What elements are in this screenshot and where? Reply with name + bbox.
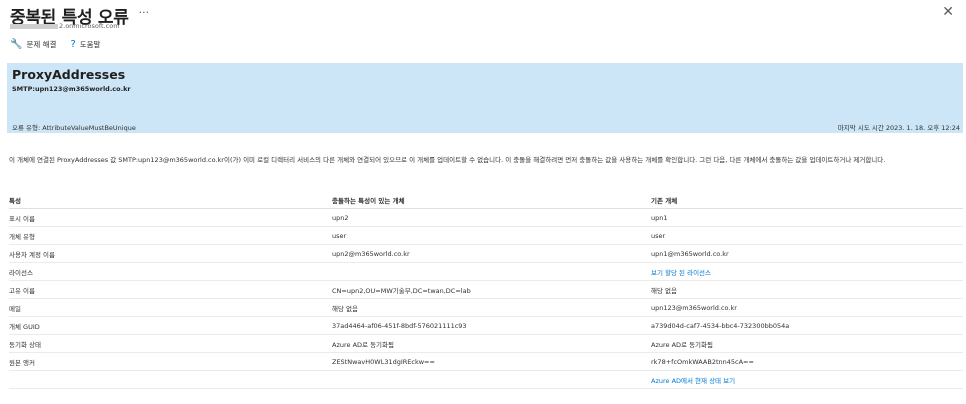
- tenant-domain: 2.onmicrosoft.com: [59, 22, 120, 30]
- cell-attribute: 라이선스: [9, 262, 332, 281]
- table-header-row: 특성 충돌하는 특성이 있는 개체 기존 개체: [9, 191, 963, 209]
- more-options-icon[interactable]: ···: [139, 6, 150, 19]
- cell-attribute: 고유 이름: [9, 280, 332, 299]
- cell-existing-object: Azure AD로 동기화됨: [651, 334, 963, 353]
- table-row: 개체 GUID 37ad4464-af06-451f-8bdf-576021111…: [9, 316, 963, 335]
- cell-existing-object: a739d04d-caf7-4534-bbc4-732300bb054a: [651, 316, 963, 335]
- cell-attribute: 동기화 상태: [9, 334, 332, 353]
- cell-existing-object: upn1: [651, 208, 963, 227]
- cell-conflicting-object: 37ad4464-af06-451f-8bdf-576021111c93: [332, 316, 651, 335]
- table-row: 고유 이름 CN=upn2,OU=MW기술부,DC=twan,DC=lab 해당 없…: [9, 280, 963, 299]
- cell-attribute: 메일: [9, 298, 332, 317]
- table-row: 동기화 상태 Azure AD로 동기화됨 Azure AD로 동기화됨: [9, 334, 963, 353]
- error-banner: ProxyAddresses SMTP:upn123@m365world.co.…: [7, 63, 963, 133]
- cell-attribute: [9, 370, 332, 389]
- cell-attribute: 표시 이름: [9, 208, 332, 227]
- cell-attribute: 사용자 계정 이름: [9, 244, 332, 263]
- cell-conflicting-object: Azure AD로 동기화됨: [332, 334, 651, 353]
- attribute-name: ProxyAddresses: [12, 67, 126, 82]
- cell-existing-object: 보기 할당 된 라이선스: [651, 262, 963, 281]
- conflict-table: 특성 충돌하는 특성이 있는 개체 기존 개체 표시 이름 upn2 upn1 개체 …: [9, 191, 963, 389]
- cell-existing-object: upn123@m365world.co.kr: [651, 298, 963, 317]
- error-type: 오류 유형: AttributeValueMustBeUnique: [12, 124, 136, 132]
- existing-object-link[interactable]: 보기 할당 된 라이선스: [651, 269, 711, 277]
- table-row: 개체 유형 user user: [9, 226, 963, 245]
- cell-existing-object: rk78+fcOmkWAAB2tnn45cA==: [651, 352, 963, 371]
- help-button[interactable]: ? 도움말: [70, 39, 100, 50]
- troubleshoot-button[interactable]: 🔧 문제 해결: [10, 39, 56, 50]
- cell-existing-object: upn1@m365world.co.kr: [651, 244, 963, 263]
- attribute-value: SMTP:upn123@m365world.co.kr: [12, 85, 131, 93]
- cell-attribute: 개체 유형: [9, 226, 332, 245]
- error-description: 이 개체에 연결된 ProxyAddresses 값 SMTP:upn123@m…: [9, 156, 886, 164]
- cell-attribute: 개체 GUID: [9, 316, 332, 335]
- cell-existing-object: user: [651, 226, 963, 245]
- cell-conflicting-object: [332, 370, 651, 389]
- table-row: 원본 앵커 ZEStNwavH0WL31dgIREckw== rk78+fcOmkW…: [9, 352, 963, 371]
- column-header-conflict: 충돌하는 특성이 있는 개체: [332, 191, 651, 209]
- cell-existing-object: 해당 없음: [651, 280, 963, 299]
- help-label: 도움말: [79, 40, 101, 49]
- cell-conflicting-object: ZEStNwavH0WL31dgIREckw==: [332, 352, 651, 371]
- last-attempt-time: 마지막 시도 시간 2023. 1. 18. 오후 12:24: [837, 124, 960, 132]
- cell-conflicting-object: upn2: [332, 208, 651, 227]
- table-row: 메일 해당 없음 upn123@m365world.co.kr: [9, 298, 963, 317]
- column-header-existing: 기존 개체: [651, 191, 963, 209]
- redacted-block: [10, 23, 58, 29]
- table-row: Azure AD에서 현재 상태 보기: [9, 370, 963, 389]
- cell-conflicting-object: 해당 없음: [332, 298, 651, 317]
- cell-conflicting-object: user: [332, 226, 651, 245]
- troubleshoot-label: 문제 해결: [26, 40, 57, 49]
- command-bar: 🔧 문제 해결 ? 도움말: [10, 39, 114, 50]
- cell-conflicting-object: CN=upn2,OU=MW기술부,DC=twan,DC=lab: [332, 280, 651, 299]
- tenant-subtitle: 2.onmicrosoft.com: [10, 22, 120, 30]
- table-row: 라이선스 보기 할당 된 라이선스: [9, 262, 963, 281]
- cell-existing-object: Azure AD에서 현재 상태 보기: [651, 370, 963, 389]
- help-icon: ?: [70, 39, 76, 50]
- cell-conflicting-object: upn2@m365world.co.kr: [332, 244, 651, 263]
- close-icon[interactable]: ✕: [942, 4, 954, 20]
- table-row: 표시 이름 upn2 upn1: [9, 208, 963, 227]
- wrench-icon: 🔧: [10, 39, 23, 50]
- cell-conflicting-object: [332, 262, 651, 281]
- column-header-attribute: 특성: [9, 191, 332, 209]
- table-row: 사용자 계정 이름 upn2@m365world.co.kr upn1@m365wo…: [9, 244, 963, 263]
- cell-attribute: 원본 앵커: [9, 352, 332, 371]
- existing-object-link[interactable]: Azure AD에서 현재 상태 보기: [651, 377, 735, 385]
